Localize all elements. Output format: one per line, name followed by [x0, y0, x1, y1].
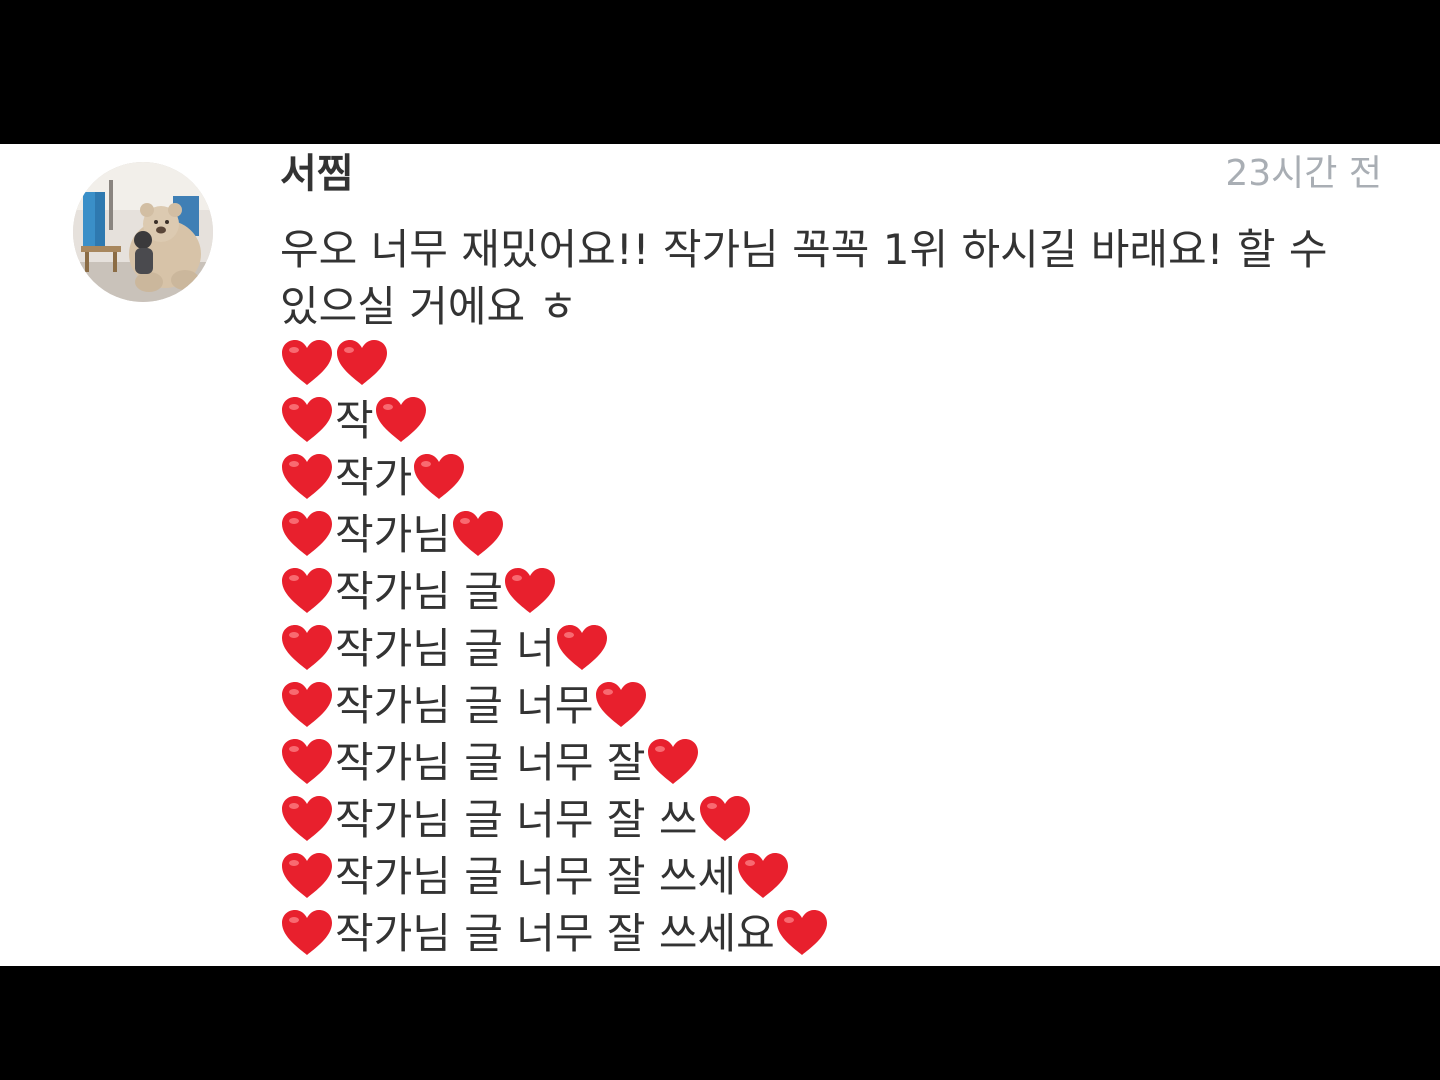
heart-line: 작가 — [280, 449, 1380, 506]
heart-icon — [280, 449, 335, 506]
heart-icon — [280, 506, 335, 563]
letterbox-bottom — [0, 966, 1440, 1080]
heart-icon — [374, 392, 429, 449]
heart-line-text: 작가님 글 너무 잘 — [335, 738, 646, 787]
heart-icon — [451, 506, 506, 563]
heart-line-text: 작가 — [335, 453, 413, 502]
heart-line-text: 작가님 글 너무 — [335, 681, 594, 730]
comment-item: 서찜 23시간 전 우오 너무 재밌어요!! 작가님 꼭꼭 1위 하시길 바래요… — [0, 144, 1440, 966]
heart-line: 작가님 글 너무 잘 쓰세요 — [280, 905, 1380, 962]
heart-icon — [280, 392, 335, 449]
comment-intro-text: 우오 너무 재밌어요!! 작가님 꼭꼭 1위 하시길 바래요! 할 수 있으실 … — [280, 225, 1328, 331]
comment-author[interactable]: 서찜 — [280, 148, 354, 200]
heart-line: 작가님 글 너무 잘 쓰 — [280, 791, 1380, 848]
heart-line-text: 작가님 글 — [335, 567, 503, 616]
heart-line: 작가님 — [280, 506, 1380, 563]
comment-timestamp: 23시간 전 — [1225, 153, 1382, 194]
avatar[interactable] — [73, 162, 213, 302]
heart-line: 작 — [280, 392, 1380, 449]
heart-icon — [412, 449, 467, 506]
heart-icon — [646, 734, 701, 791]
heart-line-text: 작가님 글 너무 잘 쓰세 — [335, 852, 737, 901]
heart-icon — [280, 677, 335, 734]
heart-icon — [736, 848, 791, 905]
heart-line: 작가님 글 너 — [280, 620, 1380, 677]
heart-icon — [555, 620, 610, 677]
heart-lines: 작작가작가님작가님 글작가님 글 너작가님 글 너무작가님 글 너무 잘작가님 … — [280, 335, 1380, 962]
heart-icon — [280, 848, 335, 905]
heart-icon — [775, 905, 830, 962]
comment-body: 우오 너무 재밌어요!! 작가님 꼭꼭 1위 하시길 바래요! 할 수 있으실 … — [280, 221, 1380, 962]
heart-icon — [280, 791, 335, 848]
heart-line: 작가님 글 너무 잘 쓰세 — [280, 848, 1380, 905]
heart-icon — [280, 905, 335, 962]
heart-icon — [594, 677, 649, 734]
heart-line-text: 작가님 글 너 — [335, 624, 555, 673]
heart-icon — [280, 563, 335, 620]
heart-line: 작가님 글 너무 잘 — [280, 734, 1380, 791]
heart-line-text: 작가님 — [335, 510, 451, 559]
heart-icon — [698, 791, 753, 848]
heart-icon — [280, 734, 335, 791]
heart-line: 작가님 글 — [280, 563, 1380, 620]
heart-line-text: 작 — [335, 396, 374, 445]
heart-icon — [280, 620, 335, 677]
heart-line-text: 작가님 글 너무 잘 쓰세요 — [335, 909, 775, 958]
profile-photo-icon — [73, 162, 213, 302]
heart-icon — [335, 335, 390, 392]
letterbox-top — [0, 0, 1440, 144]
heart-icon — [503, 563, 558, 620]
heart-line — [280, 335, 1380, 392]
heart-line: 작가님 글 너무 — [280, 677, 1380, 734]
heart-line-text: 작가님 글 너무 잘 쓰 — [335, 795, 698, 844]
heart-icon — [280, 335, 335, 392]
